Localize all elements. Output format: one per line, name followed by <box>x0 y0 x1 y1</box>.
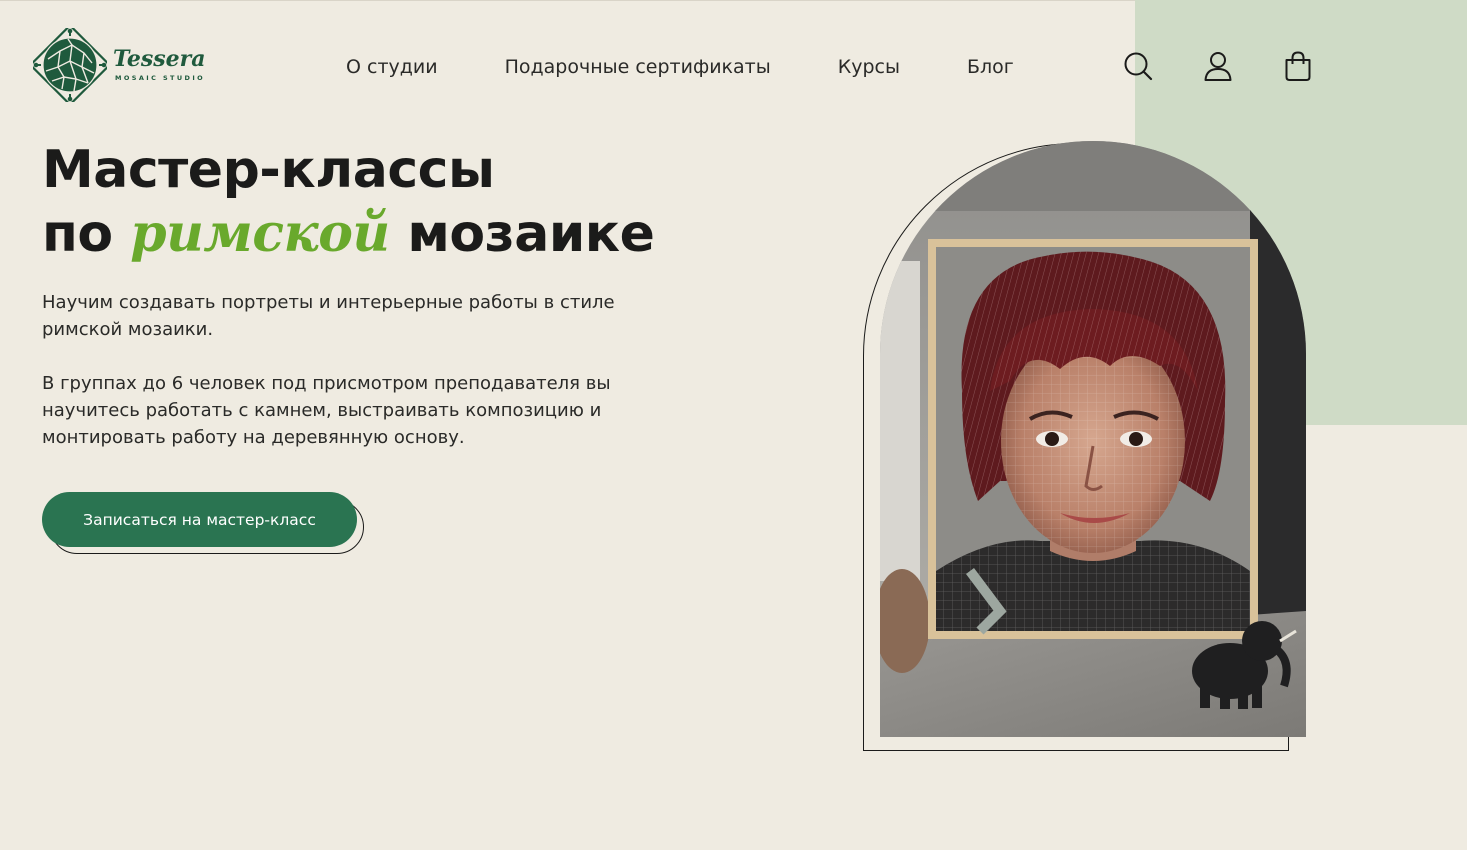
nav-item-blog[interactable]: Блог <box>967 54 1014 80</box>
hero-description-1: Научим создавать портреты и интерьерные … <box>42 292 615 340</box>
hero-description-2: В группах до 6 человек под присмотром пр… <box>42 373 611 448</box>
logo[interactable]: Tessera MOSAIC STUDIO <box>33 28 205 102</box>
hero-title-line2-before: по <box>42 204 131 264</box>
hero-title-line1: Мастер-классы <box>42 140 495 200</box>
nav-item-gift-certificates[interactable]: Подарочные сертификаты <box>505 54 771 80</box>
logo-name: Tessera <box>113 45 206 72</box>
logo-subtitle: MOSAIC STUDIO <box>115 73 206 82</box>
nav-item-about[interactable]: О студии <box>346 54 438 80</box>
mosaic-logo-icon <box>33 28 107 102</box>
search-icon[interactable] <box>1122 50 1154 82</box>
nav-item-courses[interactable]: Курсы <box>838 54 900 80</box>
hero-title: Мастер-классы по римской мозаике <box>42 138 655 266</box>
hero-title-line2-after: мозаике <box>389 204 655 264</box>
user-icon[interactable] <box>1202 50 1234 82</box>
hero-title-accent: римской <box>130 203 390 264</box>
mosaic-portrait-photo <box>880 141 1306 737</box>
shopping-bag-icon[interactable] <box>1282 50 1314 82</box>
cta-wrapper: Записаться на мастер-класс <box>42 492 364 556</box>
main-nav: О студии Подарочные сертификаты Курсы Бл… <box>346 54 1014 80</box>
signup-masterclass-button[interactable]: Записаться на мастер-класс <box>42 492 357 547</box>
